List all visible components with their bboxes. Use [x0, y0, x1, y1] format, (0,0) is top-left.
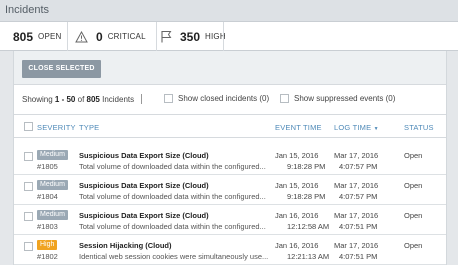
incident-id[interactable]: #1803 [37, 222, 58, 231]
incident-stats-bar: 805 OPEN 0 CRITICAL 350 HIGH [0, 22, 458, 51]
stat-divider [223, 22, 224, 51]
log-time: 4:07:57 PM [339, 192, 378, 201]
incident-id[interactable]: #1804 [37, 192, 58, 201]
select-all-checkbox[interactable] [24, 122, 33, 131]
summary-total: 805 [86, 95, 100, 104]
severity-badge: High [37, 240, 58, 250]
event-date: Jan 16, 2016 [275, 241, 319, 250]
event-date: Jan 15, 2016 [275, 151, 319, 160]
incident-type[interactable]: Session Hijacking (Cloud) [79, 241, 172, 250]
table-header-divider [14, 137, 446, 138]
critical-label: CRITICAL [107, 32, 146, 41]
incident-description: Total volume of downloaded data within t… [79, 162, 266, 171]
high-count: 350 [180, 29, 201, 44]
summary-of: of [75, 95, 87, 104]
results-summary: Showing 1 - 50 of 805 Incidents [22, 95, 134, 104]
log-time: 4:07:57 PM [339, 162, 378, 171]
event-time: 12:12:58 AM [287, 222, 330, 231]
show-closed-label: Show closed incidents (0) [178, 94, 270, 103]
flag-icon [161, 31, 172, 43]
title-bar: Incidents [0, 0, 458, 22]
critical-count: 0 [96, 29, 103, 44]
table-row[interactable]: High #1802 Session Hijacking (Cloud) Ide… [14, 235, 446, 265]
incident-status: Open [404, 181, 423, 190]
show-suppressed-option[interactable]: Show suppressed events (0) [280, 94, 395, 103]
summary-suffix: Incidents [99, 95, 135, 104]
open-count: 805 [13, 29, 34, 44]
incident-description: Total volume of downloaded data within t… [79, 192, 266, 201]
table-top-divider [14, 114, 446, 115]
event-date: Jan 15, 2016 [275, 181, 319, 190]
incident-type[interactable]: Suspicious Data Export Size (Cloud) [79, 181, 209, 190]
table-row[interactable]: Medium #1804 Suspicious Data Export Size… [14, 175, 446, 205]
column-header-event-time[interactable]: EVENT TIME [275, 123, 322, 132]
incident-status: Open [404, 241, 423, 250]
stat-divider [156, 22, 157, 51]
action-toolbar: CLOSE SELECTED [14, 51, 446, 85]
show-closed-checkbox[interactable] [164, 94, 173, 103]
severity-badge: Medium [37, 150, 68, 160]
event-time: 9:18:28 PM [287, 162, 326, 171]
log-date: Mar 17, 2016 [334, 151, 379, 160]
show-closed-option[interactable]: Show closed incidents (0) [164, 94, 269, 103]
row-checkbox[interactable] [24, 152, 33, 161]
severity-badge: Medium [37, 180, 68, 190]
severity-badge: Medium [37, 210, 68, 220]
column-header-log-time[interactable]: LOG TIME ▼ [334, 123, 379, 132]
table-row[interactable]: Medium #1803 Suspicious Data Export Size… [14, 205, 446, 235]
incidents-panel: CLOSE SELECTED Showing 1 - 50 of 805 Inc… [13, 51, 447, 265]
log-time-label: LOG TIME [334, 123, 372, 132]
summary-range: 1 - 50 [54, 95, 76, 104]
log-date: Mar 17, 2016 [334, 211, 379, 220]
stat-high[interactable]: 350 HIGH [160, 22, 226, 51]
show-suppressed-checkbox[interactable] [280, 94, 289, 103]
page-title: Incidents [5, 4, 50, 16]
incident-description: Identical web session cookies were simul… [79, 252, 269, 261]
summary-prefix: Showing [22, 95, 55, 104]
row-checkbox[interactable] [24, 182, 33, 191]
log-time: 4:07:51 PM [339, 252, 378, 261]
column-header-type[interactable]: TYPE [79, 123, 99, 132]
column-header-severity[interactable]: SEVERITY [37, 123, 76, 132]
incident-id[interactable]: #1802 [37, 252, 58, 261]
log-date: Mar 17, 2016 [334, 181, 379, 190]
show-suppressed-label: Show suppressed events (0) [294, 94, 396, 103]
incident-status: Open [404, 151, 423, 160]
incident-description: Total volume of downloaded data within t… [79, 222, 266, 231]
open-label: OPEN [38, 32, 62, 41]
column-header-status[interactable]: STATUS [404, 123, 434, 132]
sort-desc-icon: ▼ [373, 126, 379, 132]
log-time: 4:07:51 PM [339, 222, 378, 231]
incident-type[interactable]: Suspicious Data Export Size (Cloud) [79, 151, 209, 160]
event-time: 9:18:28 PM [287, 192, 326, 201]
stat-divider [67, 22, 68, 51]
warning-triangle-icon [75, 30, 88, 42]
incident-id[interactable]: #1805 [37, 162, 58, 171]
incident-type[interactable]: Suspicious Data Export Size (Cloud) [79, 211, 209, 220]
event-time: 12:21:13 AM [287, 252, 330, 261]
table-row[interactable]: Medium #1805 Suspicious Data Export Size… [14, 145, 446, 175]
summary-divider [141, 94, 142, 104]
stat-critical[interactable]: 0 CRITICAL [75, 22, 146, 51]
incident-status: Open [404, 211, 423, 220]
row-checkbox[interactable] [24, 242, 33, 251]
log-date: Mar 17, 2016 [334, 241, 379, 250]
event-date: Jan 16, 2016 [275, 211, 319, 220]
close-selected-button[interactable]: CLOSE SELECTED [22, 60, 101, 78]
row-checkbox[interactable] [24, 212, 33, 221]
stat-open[interactable]: 805 OPEN [13, 22, 62, 51]
